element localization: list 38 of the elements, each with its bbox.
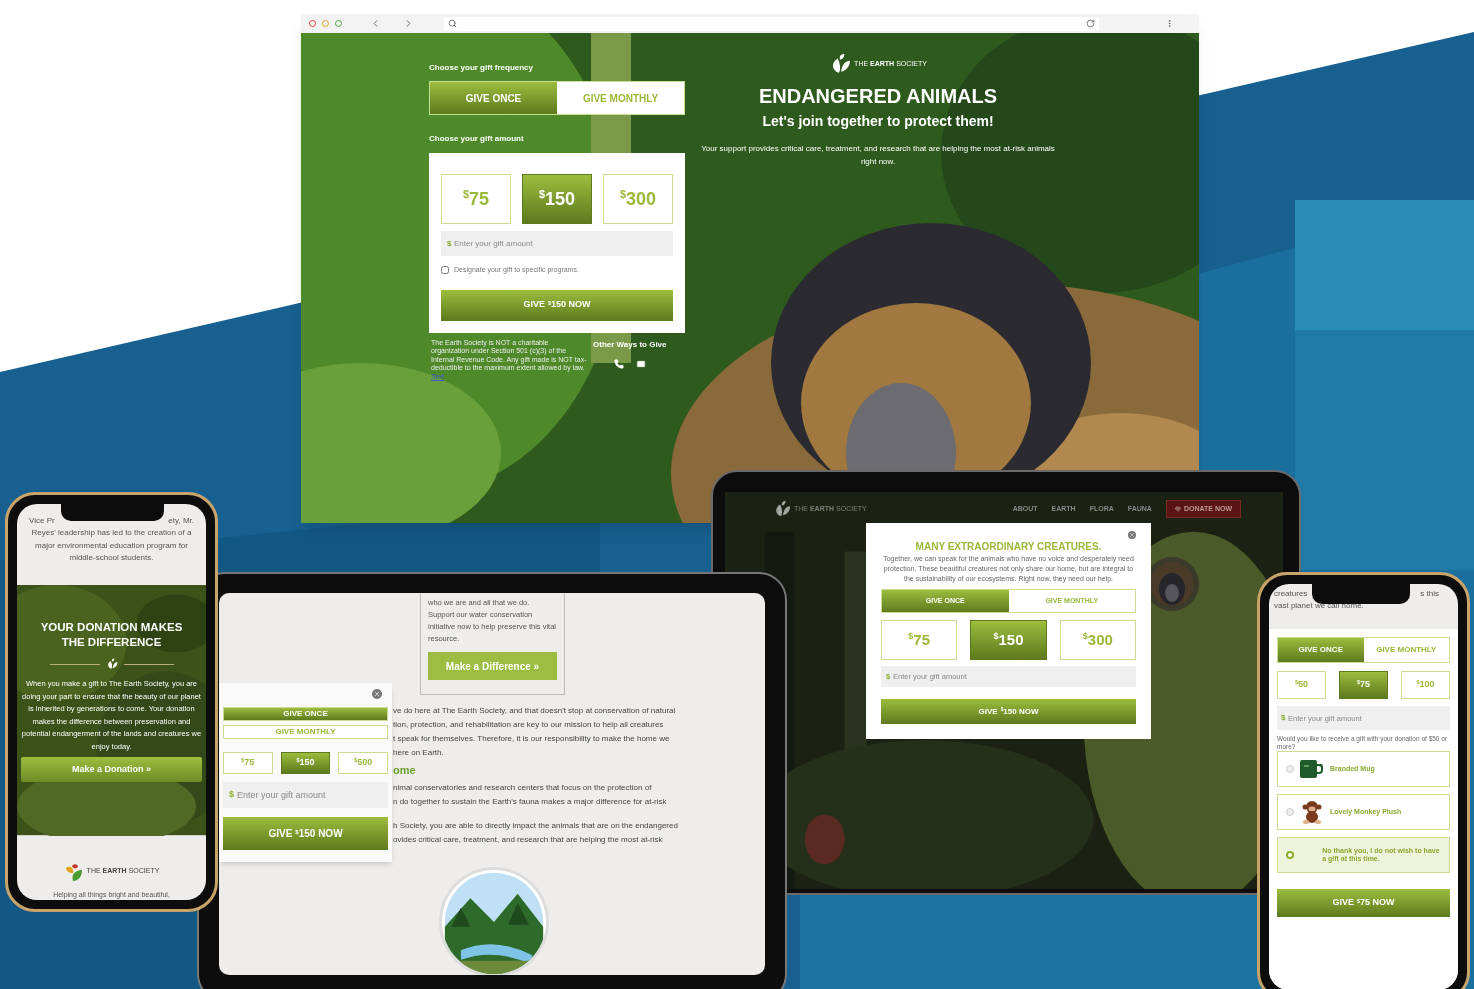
amount-option[interactable]: $^{$}$75 [223,752,273,774]
body-text-line: tion, protection, and rehabilitation are key to our mission to help all creatures [393,719,665,731]
leaf-logo-icon [63,861,84,882]
currency-sign: $ [229,788,234,802]
search-icon [448,19,457,28]
amount-option[interactable]: $^{$}$50 [1277,671,1326,699]
reload-icon[interactable] [1086,19,1095,28]
intro-fragment: Vice Pr [29,515,55,527]
frequency-tab[interactable]: GIVE MONTHLY [223,725,388,739]
body-text-line: ovides critical care, treatment, and research that are helping the most at-risk [393,833,664,846]
frequency-tab[interactable]: GIVE ONCE [1278,638,1364,662]
body-text-line: nimal conservatories and research centers that focus on the protection of [393,781,653,794]
give-now-button[interactable]: GIVE $^{$}$150 NOW [223,817,388,850]
body-text-line: h Society, you are able to directly impact the animals that are on the endangered [393,819,679,832]
leaf-logo-icon [105,658,118,671]
close-icon[interactable] [372,689,382,699]
give-now-button[interactable]: GIVE $^{$}$75 NOW [1277,889,1450,917]
body-text-line: n do together to sustain the Earth's fauna makes a major difference for at-risk [393,795,668,808]
body-text-line: t speak for themselves. Therefore, it is our responsibility to make the home we [393,733,671,745]
make-donation-button[interactable]: Make a Donation » [21,757,202,783]
amount-option[interactable]: $^{$}$75 [1339,671,1388,699]
body-text-line: ve do here at The Earth Society, and that doesn't stop at conservation of natural [393,705,677,717]
radio-button[interactable] [1286,851,1294,859]
intro-text: Reyes' leadership has led to the creation of a major environmental education program for middle-school students. [30,527,193,564]
frequency-tab[interactable]: GIVE ONCE [223,707,388,721]
body-text-line: here on Earth. [393,747,445,759]
radio-button[interactable] [1286,808,1294,816]
intro-fragment: ety, Mr. [168,515,194,527]
menu-icon[interactable] [1165,19,1174,28]
intro-fragment: s this [1420,588,1439,600]
amount-option[interactable]: $^{$}$100 [1401,671,1450,699]
amount-option[interactable]: $^{$}$500 [338,752,388,774]
radio-button[interactable] [1286,765,1294,773]
intro-fragment: creatures [1274,588,1308,600]
section-heading: ome [393,763,417,778]
make-difference-button[interactable]: Make a Difference » [428,652,557,680]
amount-option[interactable]: $^{$}$150 [280,752,331,774]
section-heading: YOUR DONATION MAKES THE DIFFERENCE [39,620,184,651]
